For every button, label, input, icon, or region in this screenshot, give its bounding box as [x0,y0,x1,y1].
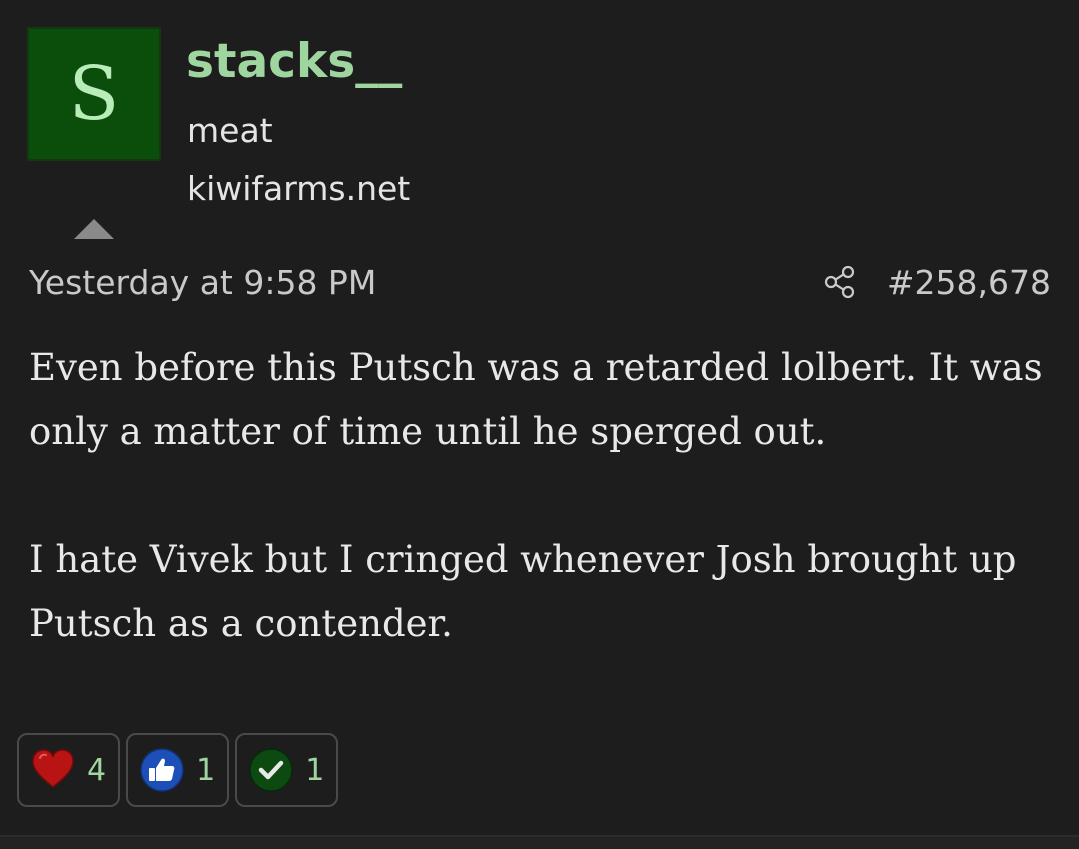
heart-icon [32,749,74,788]
user-site: kiwifarms.net [187,169,411,208]
reaction-agree[interactable]: 1 [235,733,339,807]
reaction-count: 1 [305,752,325,788]
collapse-arrow-icon [74,219,114,239]
reaction-like[interactable]: 1 [126,733,230,807]
username-link[interactable]: stacks__ [186,34,402,89]
reaction-count: 4 [87,752,107,788]
post-timestamp[interactable]: Yesterday at 9:58 PM [29,263,376,302]
thumbs-up-icon [140,748,184,792]
reactions-bar: 4 1 1 [17,733,344,807]
post-paragraph: I hate Vivek but I cringed whenever Josh… [29,538,1017,645]
post-body: Even before this Putsch was a retarded l… [29,336,1059,720]
checkmark-icon [249,748,293,792]
avatar-letter: S [68,51,120,137]
post-paragraph: Even before this Putsch was a retarded l… [29,346,1043,453]
post-number-link[interactable]: #258,678 [887,263,1051,302]
reaction-heart[interactable]: 4 [17,733,121,807]
user-title: meat [187,111,273,150]
post-container: S stacks__ meat kiwifarms.net Yesterday … [0,0,1079,837]
share-icon[interactable] [822,264,858,300]
reaction-count: 1 [196,752,216,788]
avatar[interactable]: S [27,27,161,161]
